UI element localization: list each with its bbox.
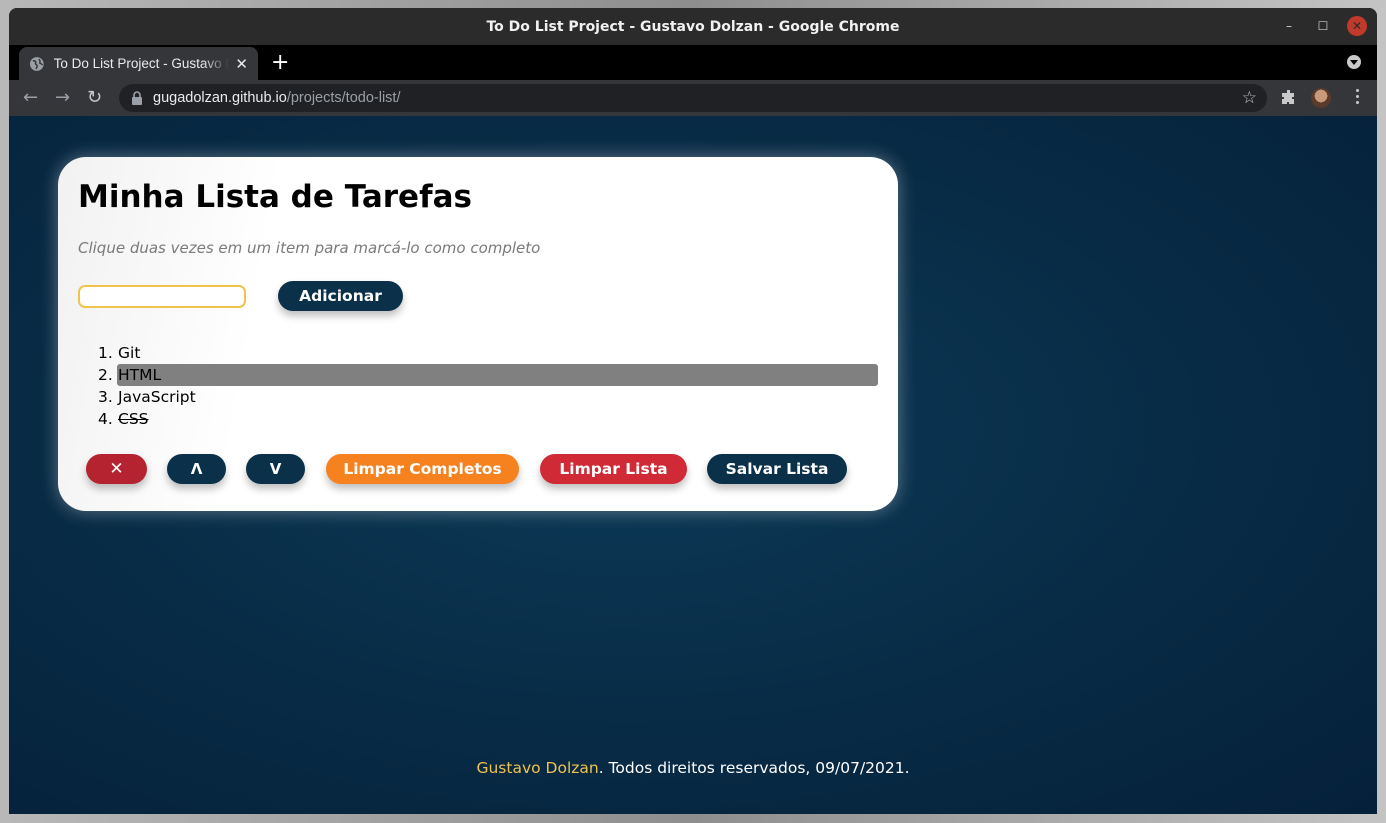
- url-domain: gugadolzan.github.io: [153, 90, 287, 106]
- clear-list-button[interactable]: Limpar Lista: [540, 454, 687, 484]
- lock-icon: [132, 91, 142, 105]
- footer-author: Gustavo Dolzan: [476, 759, 599, 777]
- window-title: To Do List Project - Gustavo Dolzan - Go…: [486, 18, 900, 35]
- task-number: 3.: [98, 388, 113, 406]
- instructions-text: Clique duas vezes em um item para marcá-…: [78, 239, 541, 257]
- remove-selected-button[interactable]: ✕: [86, 454, 147, 484]
- task-number: 1.: [98, 344, 113, 362]
- url-text: gugadolzan.github.io/projects/todo-list/: [153, 90, 400, 106]
- tab-search-icon[interactable]: [1347, 55, 1361, 69]
- input-row: Adicionar: [78, 281, 878, 311]
- todo-card: Minha Lista de Tarefas Clique duas vezes…: [58, 157, 898, 511]
- task-item[interactable]: 4. CSS: [98, 408, 878, 430]
- profile-avatar[interactable]: [1311, 88, 1331, 108]
- task-number: 2.: [98, 366, 113, 384]
- bookmark-star-icon[interactable]: ☆: [1242, 88, 1257, 108]
- window-controls: – ☐ ✕: [1279, 16, 1367, 36]
- page-content: Minha Lista de Tarefas Clique duas vezes…: [9, 116, 1377, 814]
- page-title: Minha Lista de Tarefas: [78, 179, 472, 215]
- task-input[interactable]: [78, 285, 246, 308]
- task-list: 1. Git 2. HTML 3. JavaScript 4. CSS: [98, 342, 878, 430]
- footer-text: . Todos direitos reservados, 09/07/2021.: [598, 759, 910, 777]
- tab-close-icon[interactable]: ✕: [235, 55, 248, 73]
- task-item[interactable]: 3. JavaScript: [98, 386, 878, 408]
- move-up-button[interactable]: Λ: [167, 454, 226, 484]
- task-item[interactable]: 1. Git: [98, 342, 878, 364]
- address-bar[interactable]: gugadolzan.github.io/projects/todo-list/…: [119, 84, 1267, 112]
- footer: Gustavo Dolzan. Todos direitos reservado…: [9, 759, 1377, 777]
- tab-title: To Do List Project - Gustavo Dolzan: [53, 56, 230, 71]
- task-text: Git: [118, 344, 141, 362]
- chrome-menu-icon[interactable]: [1356, 89, 1359, 104]
- task-text: HTML: [117, 364, 878, 386]
- new-tab-icon[interactable]: +: [271, 50, 289, 75]
- move-down-button[interactable]: V: [246, 454, 305, 484]
- maximize-icon[interactable]: ☐: [1313, 16, 1333, 36]
- task-text: CSS: [118, 410, 149, 428]
- globe-icon: [29, 56, 44, 71]
- add-task-button[interactable]: Adicionar: [278, 281, 403, 311]
- reload-icon[interactable]: ↻: [87, 88, 102, 108]
- tab-strip: To Do List Project - Gustavo Dolzan ✕ +: [9, 45, 1377, 80]
- clear-completed-button[interactable]: Limpar Completos: [326, 454, 519, 484]
- title-bar: To Do List Project - Gustavo Dolzan - Go…: [9, 8, 1377, 45]
- minimize-icon[interactable]: –: [1279, 16, 1299, 36]
- task-text: JavaScript: [118, 388, 196, 406]
- back-icon[interactable]: ←: [23, 88, 38, 108]
- close-window-icon[interactable]: ✕: [1347, 16, 1367, 36]
- browser-window: To Do List Project - Gustavo Dolzan - Go…: [9, 8, 1377, 814]
- tab-todo-list[interactable]: To Do List Project - Gustavo Dolzan ✕: [19, 47, 258, 80]
- browser-toolbar: ← → ↻ gugadolzan.github.io/projects/todo…: [9, 80, 1377, 116]
- task-number: 4.: [98, 410, 113, 428]
- save-list-button[interactable]: Salvar Lista: [707, 454, 847, 484]
- extensions-icon[interactable]: [1281, 89, 1297, 105]
- url-path: /projects/todo-list/: [286, 90, 401, 106]
- task-item[interactable]: 2. HTML: [98, 364, 878, 386]
- forward-icon[interactable]: →: [55, 88, 70, 108]
